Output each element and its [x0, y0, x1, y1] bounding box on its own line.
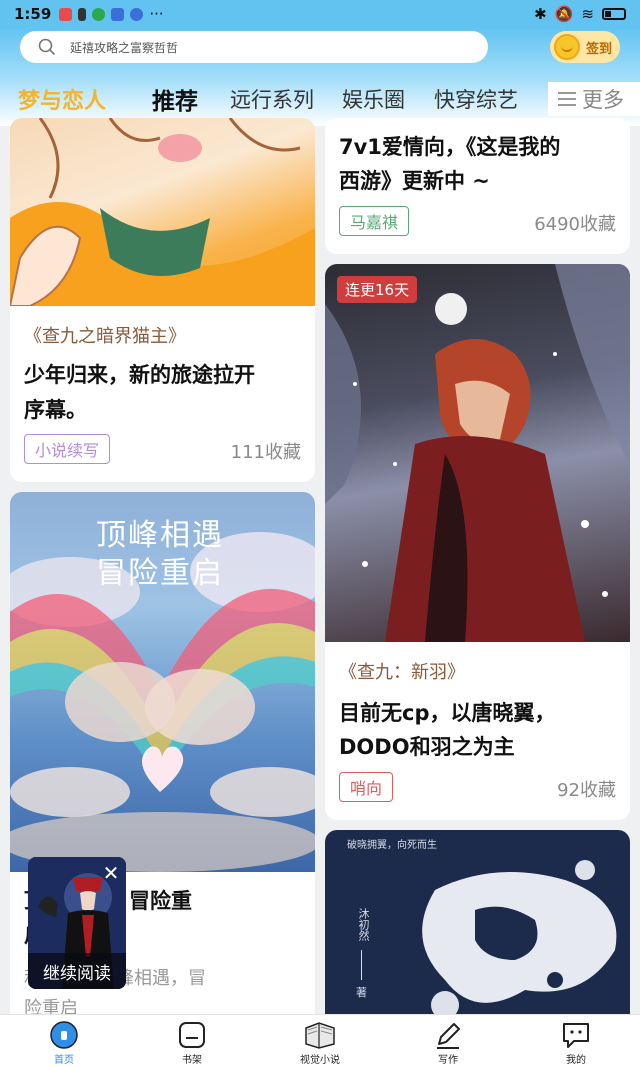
update-streak-badge: 连更16天 [337, 276, 418, 303]
nav-home-label: 首页 [54, 1055, 74, 1066]
favorite-count: 92收藏 [557, 780, 616, 801]
cover-zhu: 著 [356, 986, 367, 999]
bookshelf-icon [177, 1020, 207, 1050]
story-card[interactable]: 7v1爱情向，《这是我的 西游》更新中 ~ 马嘉祺 6490收藏 [325, 118, 630, 254]
cover-image [10, 118, 315, 306]
more-tabs-button[interactable]: 更多 [548, 82, 640, 116]
favorite-count: 111收藏 [230, 442, 301, 463]
search-placeholder: 延禧攻略之富察哲哲 [70, 40, 179, 55]
story-title-line2: DODO和羽之为主 [339, 735, 515, 759]
tab-quick-travel[interactable]: 快穿综艺 [434, 84, 518, 114]
signin-label: 签到 [586, 41, 613, 57]
nav-mine-label: 我的 [566, 1055, 586, 1066]
pencil-icon [433, 1020, 463, 1050]
nav-write[interactable]: 写作 [408, 1020, 488, 1066]
mute-icon: 🔕 [554, 5, 574, 23]
cover-author: 沐初然 [357, 908, 370, 941]
continue-reading-widget[interactable]: ✕ 继续阅读 [28, 857, 126, 989]
book-icon [303, 1020, 337, 1050]
story-title-line1: 7v1爱情向，《这是我的 [339, 135, 561, 159]
genre-tag[interactable]: 小说续写 [24, 434, 111, 464]
story-card[interactable]: 《查九之暗界猫主》 少年归来，新的旅途拉开 序幕。 小说续写 111收藏 [10, 118, 315, 482]
status-time: 1:59 [14, 5, 52, 23]
story-title-line2: 序幕。 [24, 398, 87, 422]
nav-visual-novel[interactable]: 视觉小说 [280, 1020, 360, 1066]
battery-icon [602, 8, 626, 20]
cover-image: 破晓拥翼，向死而生 沐初然 著 [325, 830, 630, 1030]
tab-travel-series[interactable]: 远行系列 [230, 84, 314, 114]
genre-tag[interactable]: 哨向 [339, 772, 394, 802]
story-card[interactable]: 破晓拥翼，向死而生 沐初然 著 [325, 830, 630, 1030]
home-icon [49, 1020, 79, 1050]
profile-chat-icon [560, 1020, 592, 1050]
bottom-navigation: 首页 书架 视觉小说 写作 我的 [0, 1014, 640, 1067]
cover-image: 连更16天 [325, 264, 630, 642]
search-input[interactable]: 延禧攻略之富察哲哲 [20, 31, 488, 63]
tab-entertainment[interactable]: 娱乐圈 [342, 84, 405, 114]
notification-icons: ··· [59, 5, 164, 23]
wifi-icon: ≋ [581, 5, 594, 23]
system-icons: ✱ 🔕 ≋ [534, 5, 626, 23]
nav-mine[interactable]: 我的 [536, 1020, 616, 1066]
status-bar: 1:59 ··· ✱ 🔕 ≋ [0, 0, 640, 28]
app-notification-icon [59, 7, 73, 21]
cloud-icon [111, 7, 125, 21]
genre-tag[interactable]: 马嘉祺 [339, 206, 410, 236]
story-title-line2: 西游》更新中 ~ [339, 169, 490, 193]
tab-dream-lover[interactable]: 梦与恋人 [18, 83, 106, 115]
cover-text-line2: 冒险重启 [96, 556, 224, 591]
story-title-line1: 少年归来，新的旅途拉开 [24, 363, 255, 387]
nav-visual-novel-label: 视觉小说 [300, 1055, 340, 1066]
nav-bookshelf-label: 书架 [182, 1055, 202, 1066]
bluetooth-icon: ✱ [534, 5, 547, 23]
continue-reading-label: 继续阅读 [28, 953, 126, 989]
tab-recommend[interactable]: 推荐 [152, 82, 198, 116]
header: 延禧攻略之富察哲哲 签到 梦与恋人 推荐 远行系列 娱乐圈 快穿综艺 更多 [0, 28, 640, 126]
menu-icon [558, 92, 576, 106]
story-card[interactable]: 连更16天 《查九：新羽》 目前无cp，以唐晓翼， DODO和羽之为主 哨向 9… [325, 264, 630, 820]
story-title-line1: 目前无cp，以唐晓翼， [339, 701, 556, 725]
nav-bookshelf[interactable]: 书架 [152, 1020, 232, 1066]
more-label: 更多 [582, 88, 624, 112]
nav-home[interactable]: 首页 [24, 1020, 104, 1066]
app-icon [130, 7, 144, 21]
signin-button[interactable]: 签到 [550, 31, 620, 63]
more-notifications-icon: ··· [149, 5, 164, 23]
search-icon [38, 38, 56, 56]
nav-write-label: 写作 [438, 1055, 458, 1066]
hourglass-icon [78, 7, 87, 21]
book-title: 《查九：新羽》 [339, 662, 465, 683]
chat-icon [92, 7, 106, 21]
cover-image: 顶峰相遇 冒险重启 [10, 492, 315, 872]
category-tabs: 梦与恋人 推荐 远行系列 娱乐圈 快穿综艺 更多 [0, 76, 640, 120]
book-title: 《查九之暗界猫主》 [24, 326, 186, 347]
close-icon[interactable]: ✕ [100, 861, 122, 885]
cover-tagline: 破晓拥翼，向死而生 [347, 840, 437, 851]
cover-divider [361, 950, 362, 980]
coin-icon [554, 34, 580, 60]
favorite-count: 6490收藏 [534, 214, 616, 235]
